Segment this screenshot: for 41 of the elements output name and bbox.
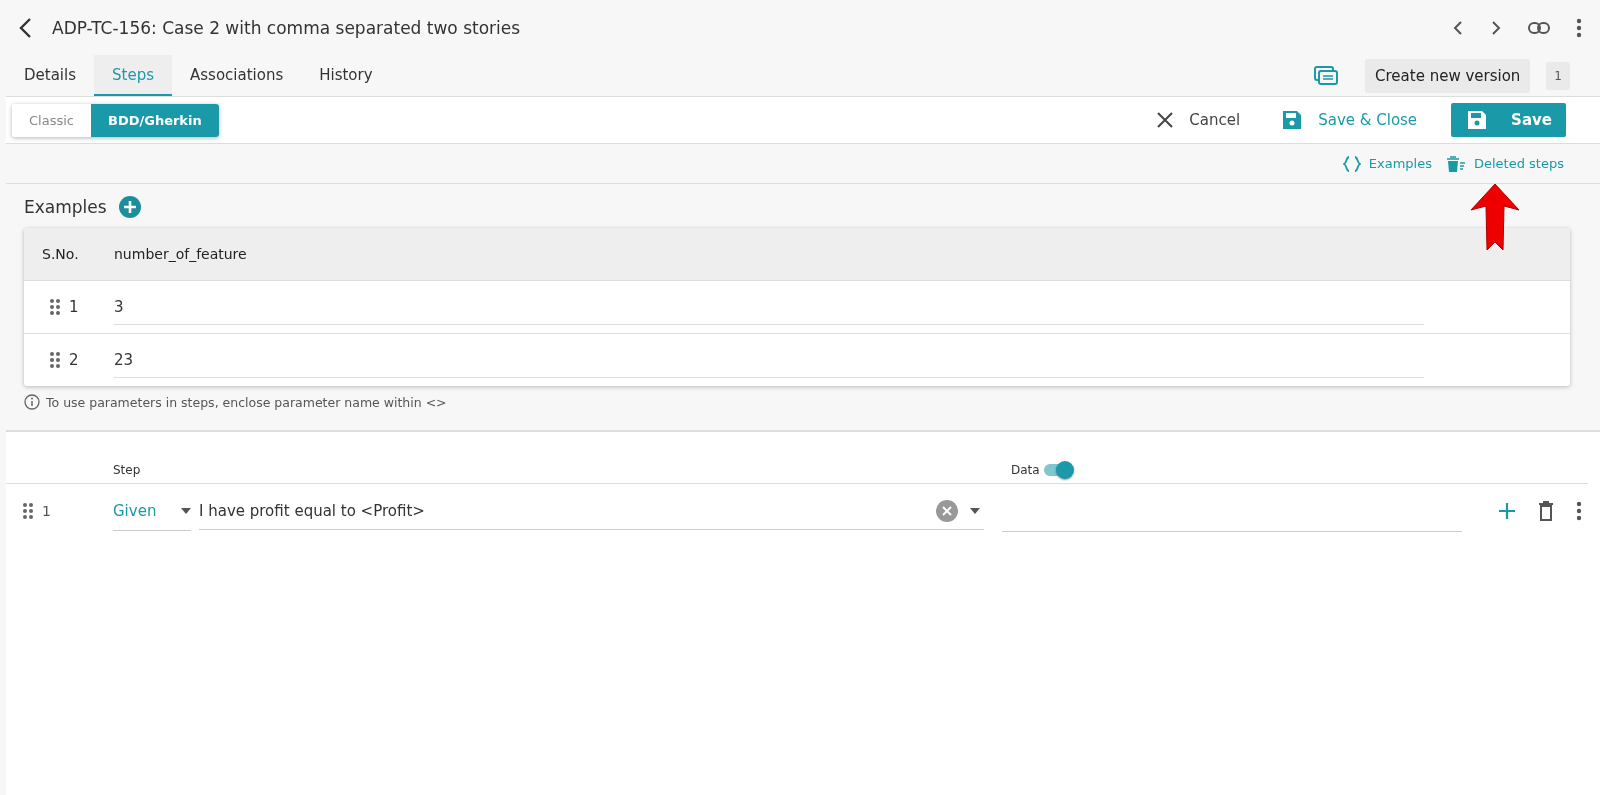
add-icon[interactable] (118, 196, 141, 218)
braces-icon (1342, 155, 1361, 172)
previous-icon[interactable] (1452, 18, 1464, 37)
cancel-button[interactable]: Cancel (1149, 105, 1249, 135)
caret-icon[interactable] (970, 507, 980, 514)
tab[interactable]: History (301, 55, 391, 96)
tab[interactable]: Details (6, 55, 94, 96)
version-number: 1 (1546, 61, 1570, 90)
trash-icon[interactable] (1538, 501, 1554, 521)
comments-icon[interactable] (1313, 64, 1340, 87)
examples-title: Examples (24, 197, 107, 217)
page-title: ADP-TC-156: Case 2 with comma separated two stories (52, 17, 521, 38)
column-header: number_of_feature (114, 246, 247, 262)
column-header: S.No. (41, 246, 80, 262)
column-header: Step (113, 463, 142, 477)
drag-handle-icon[interactable] (22, 502, 34, 520)
more-icon[interactable] (1576, 17, 1582, 38)
add-icon[interactable] (1498, 502, 1516, 520)
annotation-arrow (1470, 184, 1520, 250)
create-new-version-button[interactable]: Create new version (1365, 58, 1531, 93)
step-field[interactable]: I have profit equal to <Profit> (199, 492, 984, 530)
column-header: Data (1011, 463, 1040, 477)
input-field[interactable]: 3 (114, 289, 1424, 325)
tab[interactable]: Associations (172, 55, 302, 96)
trash-list-icon (1446, 155, 1466, 172)
input-field[interactable]: 23 (114, 342, 1424, 378)
row-number: 1 (69, 298, 79, 316)
next-icon[interactable] (1490, 18, 1502, 37)
close-icon (1157, 112, 1174, 128)
more-icon[interactable] (1576, 501, 1582, 521)
step-number: 1 (42, 503, 51, 519)
row-number: 2 (69, 351, 79, 369)
clear-icon[interactable] (936, 499, 958, 522)
caret-icon (181, 507, 191, 514)
mode-toggle-option[interactable]: Classic (12, 103, 91, 137)
back-icon[interactable] (18, 16, 32, 39)
drag-handle-icon[interactable] (49, 351, 61, 369)
info-icon (24, 394, 40, 410)
drag-handle-icon[interactable] (49, 298, 61, 316)
link-icon[interactable] (1528, 21, 1550, 34)
hint-text: To use parameters in steps, enclose parameter name within <> (46, 394, 447, 410)
